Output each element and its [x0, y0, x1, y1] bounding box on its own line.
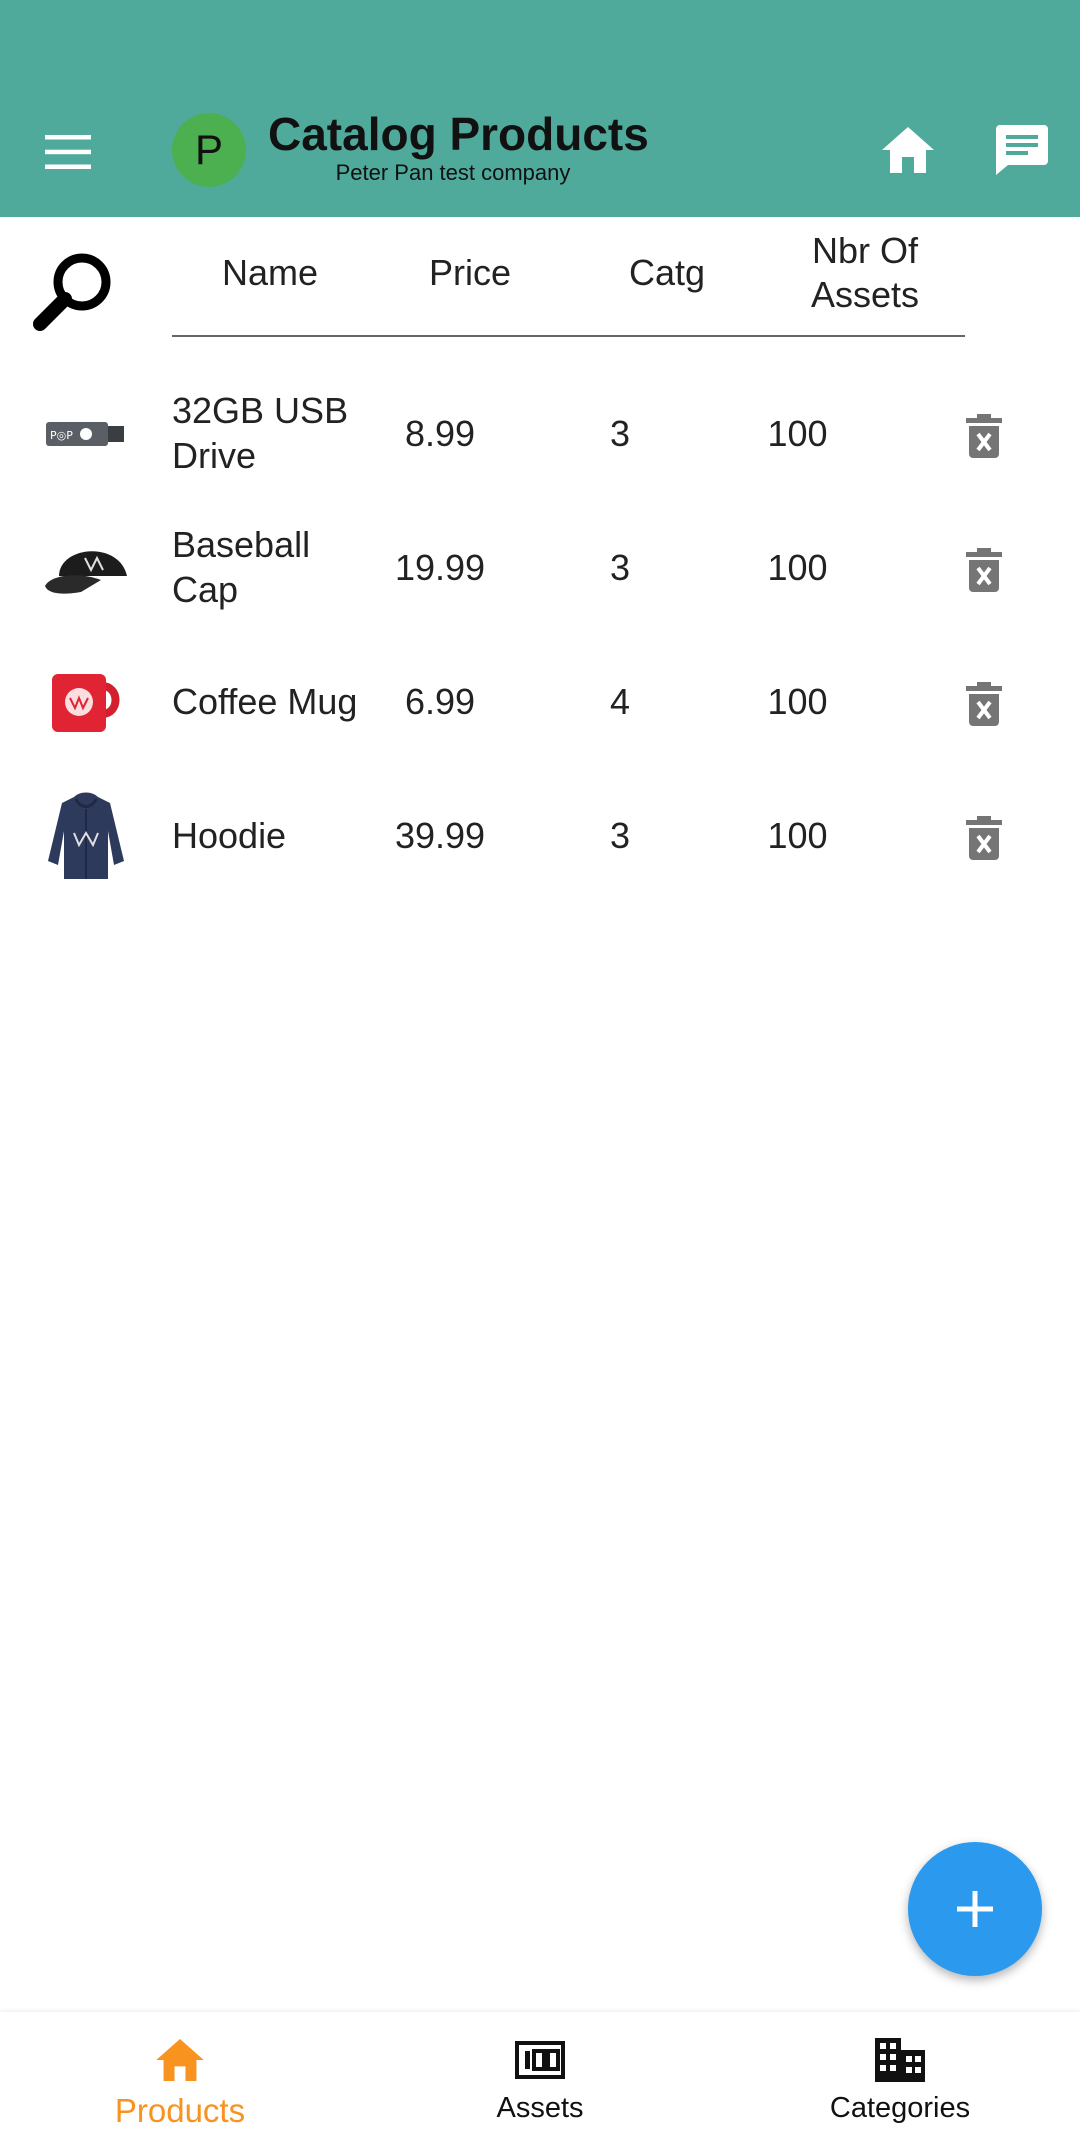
product-name: Hoodie — [172, 814, 287, 856]
search-icon — [33, 253, 111, 331]
nav-icon-wrap — [512, 2034, 568, 2086]
column-header-catg[interactable]: Catg — [597, 228, 737, 318]
delete-icon — [966, 414, 1002, 458]
home-icon — [882, 127, 934, 173]
menu-button[interactable] — [36, 120, 100, 184]
company-avatar[interactable]: P — [172, 113, 246, 187]
baseball-cap-icon — [45, 551, 127, 594]
delete-button[interactable] — [958, 678, 1010, 730]
product-thumbnail — [38, 520, 134, 616]
bottom-navigation: Products Assets Categories — [0, 2012, 1080, 2148]
delete-button[interactable] — [958, 812, 1010, 864]
column-header-assets[interactable]: Nbr Of Assets — [780, 228, 950, 318]
nav-item-categories[interactable]: Categories — [750, 2012, 1050, 2148]
product-category: 4 — [609, 680, 631, 722]
product-name: Baseball Cap — [172, 524, 311, 610]
product-price: 39.99 — [394, 814, 486, 856]
delete-button[interactable] — [958, 544, 1010, 596]
home-button[interactable] — [876, 118, 940, 182]
chat-icon — [996, 125, 1048, 175]
nav-label: Categories — [829, 2092, 971, 2124]
column-header-price[interactable]: Price — [400, 228, 540, 318]
product-name: 32GB USB Drive — [172, 390, 349, 476]
header-divider — [172, 335, 965, 337]
svg-text:P◎P: P◎P — [50, 429, 73, 442]
product-price: 8.99 — [404, 412, 476, 454]
nav-item-assets[interactable]: Assets — [390, 2012, 690, 2148]
nav-icon-wrap — [152, 2034, 208, 2086]
delete-icon — [966, 548, 1002, 592]
product-category: 3 — [609, 814, 631, 856]
nav-label: Assets — [496, 2092, 584, 2124]
product-category: 3 — [609, 412, 631, 454]
product-asset-count: 100 — [767, 412, 828, 454]
product-thumbnail — [38, 654, 134, 750]
messages-button[interactable] — [990, 118, 1054, 182]
assets-icon — [515, 2041, 565, 2079]
product-asset-count: 100 — [767, 546, 828, 588]
table-row[interactable]: Hoodie 39.99 3 100 — [0, 768, 1080, 902]
product-name: Coffee Mug — [172, 680, 358, 722]
delete-button[interactable] — [958, 410, 1010, 462]
delete-icon — [966, 682, 1002, 726]
table-row[interactable]: Coffee Mug 6.99 4 100 — [0, 634, 1080, 768]
product-asset-count: 100 — [767, 680, 828, 722]
nav-label: Products — [114, 2092, 246, 2129]
product-thumbnail: P◎P — [38, 386, 134, 482]
nav-item-products[interactable]: Products — [30, 2012, 330, 2148]
table-row[interactable]: Baseball Cap 19.99 3 100 — [0, 500, 1080, 634]
product-thumbnail — [38, 788, 134, 884]
nav-icon-wrap — [872, 2034, 928, 2086]
search-button[interactable] — [32, 250, 114, 332]
product-price: 6.99 — [404, 680, 476, 722]
title-block: Catalog Products Peter Pan test company — [268, 108, 649, 186]
hoodie-icon — [48, 792, 124, 879]
product-asset-count: 100 — [767, 814, 828, 856]
column-header-name[interactable]: Name — [200, 228, 340, 318]
page-subtitle: Peter Pan test company — [335, 160, 571, 185]
add-product-button[interactable] — [908, 1842, 1042, 1976]
product-price: 19.99 — [394, 546, 486, 588]
home-icon — [156, 2039, 204, 2081]
page-title: Catalog Products — [268, 108, 649, 160]
app-bar: P Catalog Products Peter Pan test compan… — [0, 0, 1080, 217]
hamburger-menu-icon — [45, 135, 91, 169]
coffee-mug-icon — [52, 674, 120, 732]
building-icon — [875, 2038, 925, 2082]
product-category: 3 — [609, 546, 631, 588]
table-row[interactable]: P◎P 32GB USB Drive 8.99 3 100 — [0, 366, 1080, 500]
usb-drive-icon: P◎P — [46, 422, 124, 446]
plus-icon — [957, 1891, 993, 1927]
delete-icon — [966, 816, 1002, 860]
